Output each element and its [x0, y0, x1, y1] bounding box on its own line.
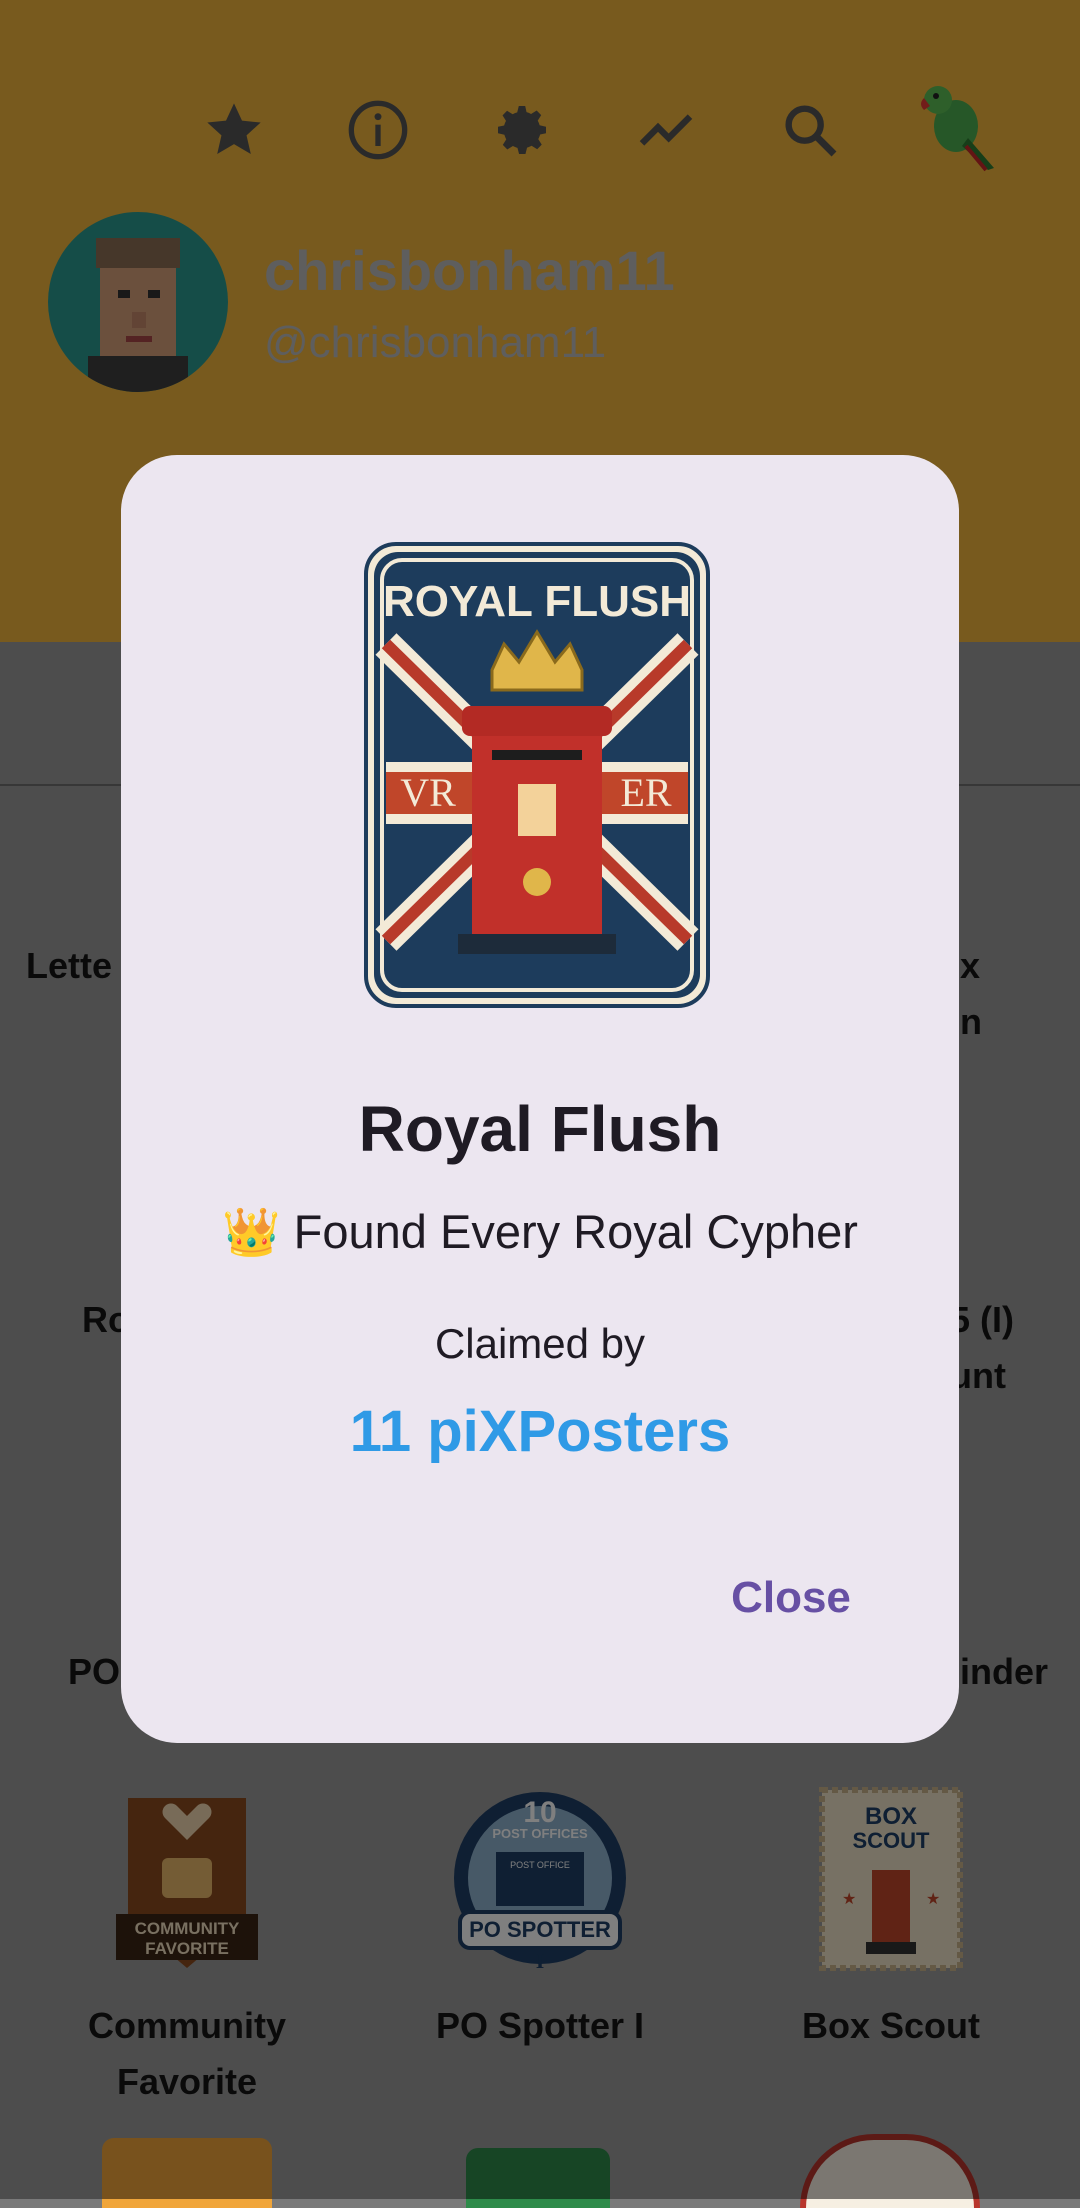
royal-flush-banner-text: ROYAL FLUSH — [383, 577, 691, 626]
er-cypher-text: ER — [620, 770, 671, 815]
dialog-title: Royal Flush — [358, 1093, 722, 1165]
claimed-by-label: Claimed by — [434, 1320, 646, 1367]
claimed-count[interactable]: 11 piXPosters — [0, 1398, 1080, 1465]
close-button[interactable]: Close — [716, 1566, 866, 1630]
vr-cypher-text: VR — [400, 770, 456, 815]
royal-flush-badge-image: ROYAL FLUSH VR ER — [362, 540, 712, 1010]
dialog-description: 👑 Found Every Royal Cypher — [222, 1205, 858, 1258]
